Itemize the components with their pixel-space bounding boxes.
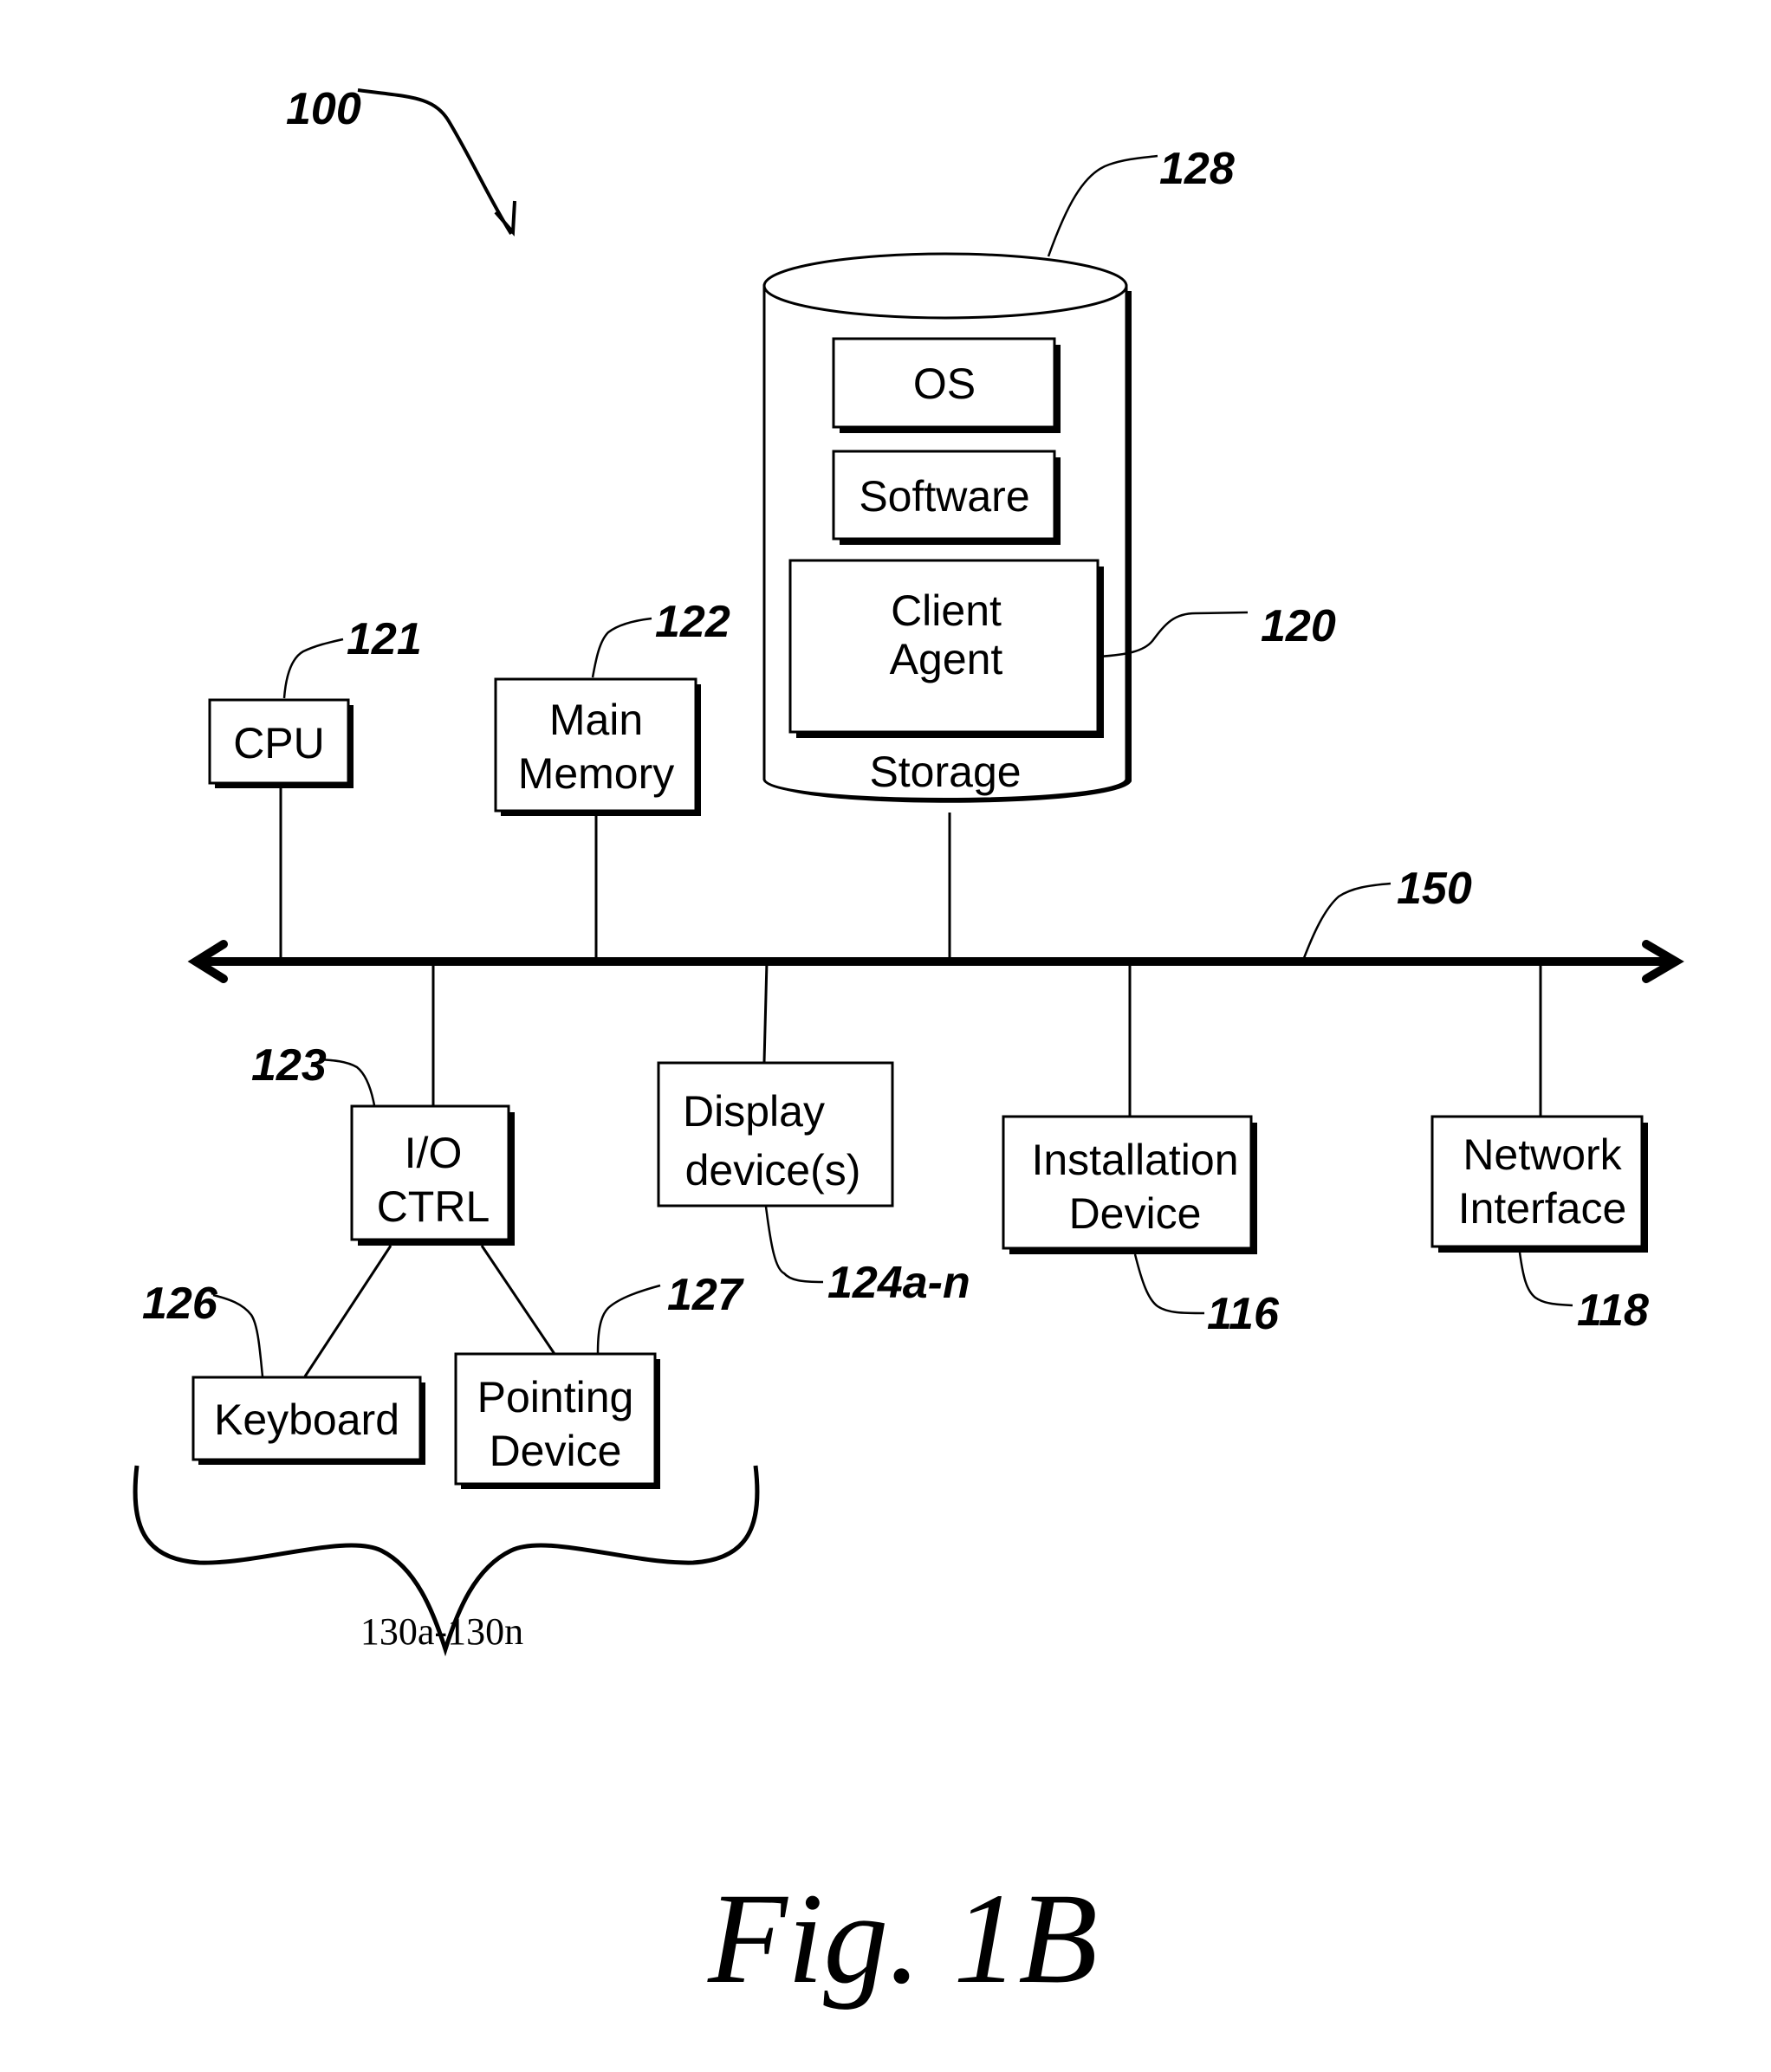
- io-ctrl-label-line1: I/O: [405, 1129, 463, 1177]
- client-agent-box[interactable]: Client Agent: [788, 559, 1104, 738]
- ref-label-118: 118: [1577, 1285, 1649, 1336]
- ref-label-126: 126: [142, 1279, 218, 1329]
- network-label-line1: Network: [1463, 1130, 1622, 1179]
- ref-label-128: 128: [1159, 144, 1235, 194]
- leader-116: [1133, 1253, 1205, 1315]
- ref-label-122: 122: [655, 597, 730, 647]
- io-pointing-connector: [480, 1245, 556, 1355]
- system-arrow-line: [357, 88, 513, 236]
- ref-label-127: 127: [667, 1270, 744, 1320]
- leader-121: [282, 638, 344, 699]
- main-memory-label-line1: Main: [549, 696, 643, 744]
- display-label-line1: Display: [683, 1087, 825, 1136]
- storage-label: Storage: [869, 748, 1021, 796]
- software-box[interactable]: Software: [832, 450, 1061, 545]
- io-ctrl-box[interactable]: I/O CTRL: [350, 1104, 515, 1246]
- ref-label-123: 123: [251, 1040, 327, 1091]
- network-interface-box[interactable]: Network Interface: [1430, 1115, 1648, 1253]
- leader-126: [212, 1293, 264, 1377]
- client-agent-label-line2: Agent: [890, 635, 1003, 683]
- io-devices-group-label: 130a-130n: [360, 1610, 523, 1653]
- leader-118: [1518, 1252, 1573, 1307]
- leader-150: [1302, 882, 1392, 959]
- cpu-label: CPU: [233, 719, 325, 767]
- network-label-line2: Interface: [1458, 1184, 1627, 1233]
- figure-caption: Fig. 1B: [707, 1867, 1098, 2010]
- io-keyboard-connector: [303, 1245, 392, 1377]
- os-box[interactable]: OS: [832, 337, 1061, 433]
- main-memory-box[interactable]: Main Memory: [494, 677, 701, 816]
- system-arrow-head-icon: [494, 200, 516, 237]
- leader-123: [318, 1058, 376, 1106]
- computing-device-diagram: 100 Storage 128 OS Software Client Agent…: [133, 84, 1684, 2010]
- pointing-label-line2: Device: [490, 1427, 622, 1475]
- main-memory-label-line2: Memory: [518, 749, 675, 798]
- pointing-label-line1: Pointing: [477, 1373, 634, 1421]
- ref-label-124: 124a-n: [827, 1258, 970, 1308]
- ref-label-121: 121: [347, 614, 422, 664]
- keyboard-label: Keyboard: [214, 1395, 399, 1444]
- leader-128: [1047, 154, 1158, 257]
- leader-124: [764, 1206, 824, 1284]
- leader-127: [596, 1284, 661, 1354]
- installation-label-line1: Installation: [1031, 1136, 1238, 1184]
- ref-label-120: 120: [1261, 601, 1336, 651]
- display-label-line2: device(s): [685, 1146, 861, 1195]
- software-label: Software: [859, 472, 1029, 521]
- io-ctrl-label-line2: CTRL: [377, 1182, 490, 1231]
- keyboard-box[interactable]: Keyboard: [191, 1376, 425, 1465]
- leader-122: [591, 617, 652, 678]
- installation-device-box[interactable]: Installation Device: [1002, 1115, 1257, 1254]
- display-device-box[interactable]: Display device(s): [657, 1061, 894, 1208]
- pointing-device-box[interactable]: Pointing Device: [454, 1352, 660, 1489]
- os-label: OS: [913, 359, 976, 408]
- system-bus: [187, 940, 1684, 983]
- client-agent-label-line1: Client: [891, 586, 1002, 635]
- storage-top: [762, 252, 1128, 320]
- cpu-box[interactable]: CPU: [208, 698, 354, 788]
- ref-label-116: 116: [1207, 1289, 1280, 1339]
- installation-label-line2: Device: [1069, 1189, 1202, 1238]
- display-bus-connector: [762, 961, 769, 1063]
- ref-label-100: 100: [286, 84, 361, 134]
- ref-label-150: 150: [1397, 864, 1472, 914]
